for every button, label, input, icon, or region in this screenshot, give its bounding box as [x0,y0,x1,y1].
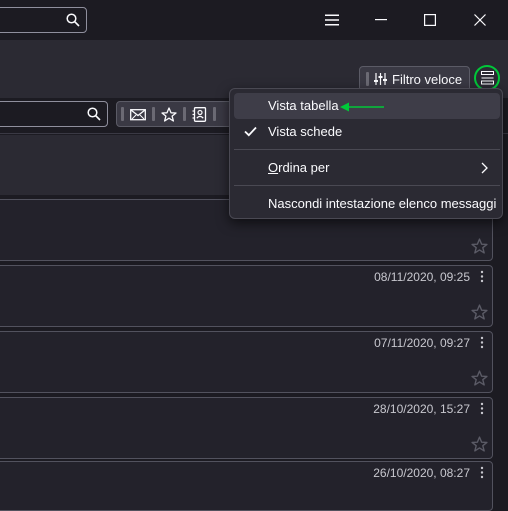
message-card[interactable]: 08/11/2020, 09:25 [0,265,493,327]
chevron-right-icon [481,162,488,174]
app-menu-button[interactable] [312,5,352,35]
star-icon[interactable] [471,436,488,452]
menu-item-label: Ordina per [268,160,330,175]
search-icon [87,107,101,121]
menu-item-vista-schede[interactable]: Vista schede [234,119,500,145]
drag-grip [213,107,216,121]
menu-separator [234,149,500,150]
hamburger-menu-icon [325,14,339,26]
menu-item-label: Vista schede [268,124,343,139]
more-options-icon[interactable] [480,402,484,415]
minimize-button[interactable] [361,5,401,35]
unread-mail-icon[interactable] [130,107,146,121]
filter-button-group [116,101,236,127]
minimize-icon [375,19,387,21]
quick-filter-label: Filtro veloce [392,71,463,87]
sliders-icon [374,73,387,85]
message-card[interactable]: 07/11/2020, 09:27 [0,331,493,393]
menu-item-ordina-per[interactable]: Ordina per [234,155,500,181]
menu-item-nascondi-intestazione[interactable]: Nascondi intestazione elenco messaggi [234,191,500,217]
message-date: 07/11/2020, 09:27 [374,336,470,350]
menu-item-label: Vista tabella [268,98,339,113]
message-card[interactable]: 28/10/2020, 15:27 [0,397,493,459]
tab-strip [0,40,508,62]
star-icon[interactable] [471,370,488,386]
global-search-input[interactable] [0,7,87,33]
message-date: 08/11/2020, 09:25 [374,270,470,284]
star-icon[interactable] [471,238,488,254]
checkmark-icon [244,126,257,137]
contact-card-icon[interactable] [192,106,207,122]
close-button[interactable] [460,5,500,35]
menu-item-label: Nascondi intestazione elenco messaggi [268,196,497,211]
drag-grip [121,107,124,121]
star-icon[interactable] [161,106,177,122]
annotation-arrow-icon [340,100,386,114]
star-icon[interactable] [471,304,488,320]
close-icon [474,14,486,26]
more-options-icon[interactable] [480,336,484,349]
more-options-icon[interactable] [480,270,484,283]
drag-grip [183,107,186,121]
message-search-input[interactable] [0,101,108,127]
maximize-icon [424,14,436,26]
message-card[interactable]: 26/10/2020, 08:27 [0,461,493,511]
maximize-button[interactable] [410,5,450,35]
list-layout-icon [480,71,494,85]
drag-grip [366,72,369,86]
search-icon [66,13,80,27]
more-options-icon[interactable] [480,466,484,479]
menu-separator [234,185,500,186]
message-date: 26/10/2020, 08:27 [373,466,470,480]
message-date: 28/10/2020, 15:27 [373,402,470,416]
drag-grip [152,107,155,121]
